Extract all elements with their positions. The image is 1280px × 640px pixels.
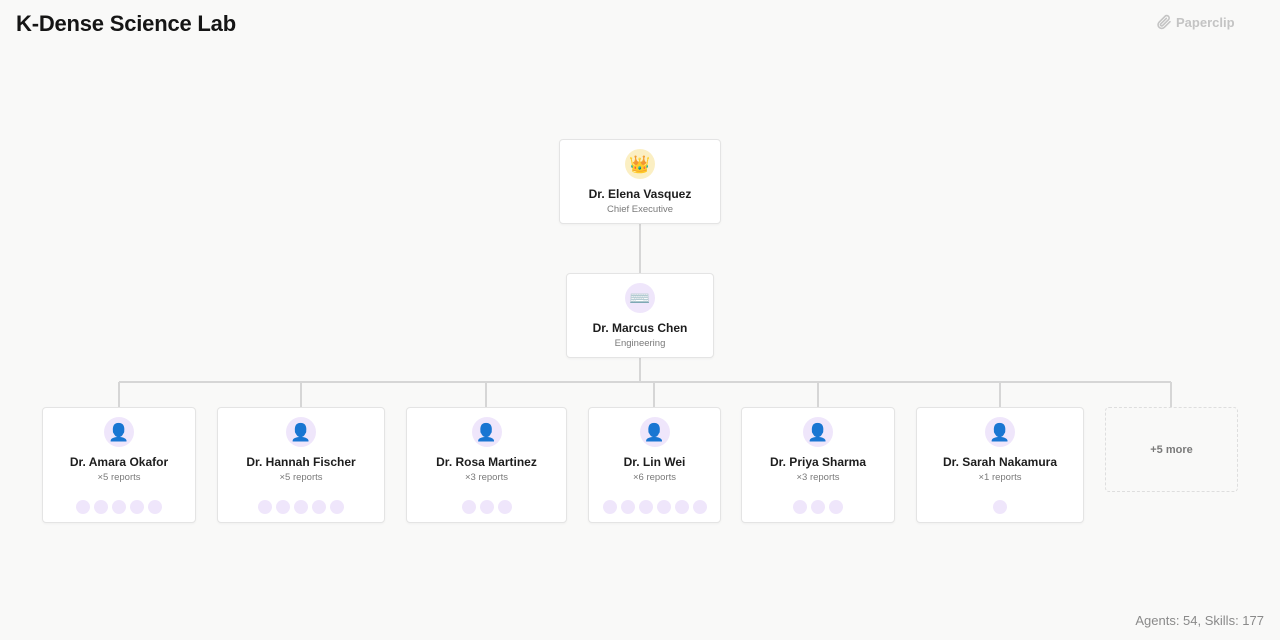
card-reports-count: ×5 reports (97, 472, 141, 483)
card-name: Dr. Sarah Nakamura (942, 455, 1058, 469)
more-reports-button[interactable]: +5 more (1105, 407, 1238, 492)
card-reports-count: ×3 reports (464, 472, 509, 483)
crown-icon: 👑 (625, 149, 655, 179)
report-dot (479, 500, 494, 514)
person-icon: 👤 (471, 417, 502, 447)
card-name: Dr. Elena Vasquez (588, 187, 692, 201)
keyboard-icon: ⌨️ (625, 283, 655, 313)
report-dot (461, 500, 476, 514)
report-dot (692, 500, 707, 514)
card-name: Dr. Hannah Fischer (246, 455, 356, 469)
report-dot (497, 500, 512, 514)
report-dot (330, 500, 344, 514)
report-dot (148, 500, 162, 514)
org-card-report[interactable]: 👤 Dr. Priya Sharma ×3 reports (741, 407, 895, 523)
report-dot (602, 500, 617, 514)
report-dot (993, 500, 1007, 514)
report-dot (620, 500, 635, 514)
report-dot (130, 500, 144, 514)
report-dots (917, 500, 1083, 514)
card-name: Dr. Rosa Martinez (436, 455, 537, 469)
card-reports-count: ×5 reports (279, 472, 323, 483)
report-dots (407, 500, 566, 514)
report-dot (258, 500, 272, 514)
org-card-report[interactable]: 👤 Dr. Sarah Nakamura ×1 reports (916, 407, 1084, 523)
person-icon: 👤 (639, 417, 670, 447)
card-name: Dr. Priya Sharma (769, 455, 867, 469)
person-icon: 👤 (104, 417, 134, 447)
org-card-report[interactable]: 👤 Dr. Hannah Fischer ×5 reports (217, 407, 385, 523)
org-card-manager[interactable]: ⌨️ Dr. Marcus Chen Engineering (566, 273, 714, 358)
report-dot (94, 500, 108, 514)
report-dot (811, 500, 825, 514)
person-icon: 👤 (803, 417, 833, 447)
org-card-root[interactable]: 👑 Dr. Elena Vasquez Chief Executive (559, 139, 721, 224)
card-reports-count: ×3 reports (796, 472, 840, 483)
report-dots (589, 500, 720, 514)
card-name: Dr. Amara Okafor (69, 455, 169, 469)
report-dots (218, 500, 384, 514)
person-icon: 👤 (985, 417, 1015, 447)
card-reports-count: ×6 reports (632, 472, 677, 483)
card-role: Chief Executive (606, 204, 673, 215)
stats-footer: Agents: 54, Skills: 177 (1135, 613, 1264, 628)
report-dots (742, 500, 894, 514)
report-dot (276, 500, 290, 514)
report-dot (829, 500, 843, 514)
report-dot (793, 500, 807, 514)
report-dot (312, 500, 326, 514)
report-dot (656, 500, 671, 514)
report-dot (294, 500, 308, 514)
org-card-report[interactable]: 👤 Dr. Amara Okafor ×5 reports (42, 407, 196, 523)
org-card-report[interactable]: 👤 Dr. Rosa Martinez ×3 reports (406, 407, 567, 523)
person-icon: 👤 (286, 417, 316, 447)
card-reports-count: ×1 reports (978, 472, 1022, 483)
report-dot (76, 500, 90, 514)
report-dot (674, 500, 689, 514)
card-name: Dr. Lin Wei (623, 455, 686, 469)
report-dot (638, 500, 653, 514)
card-name: Dr. Marcus Chen (592, 321, 688, 335)
report-dots (43, 500, 195, 514)
report-dot (112, 500, 126, 514)
org-card-report[interactable]: 👤 Dr. Lin Wei ×6 reports (588, 407, 721, 523)
card-role: Engineering (614, 338, 666, 349)
